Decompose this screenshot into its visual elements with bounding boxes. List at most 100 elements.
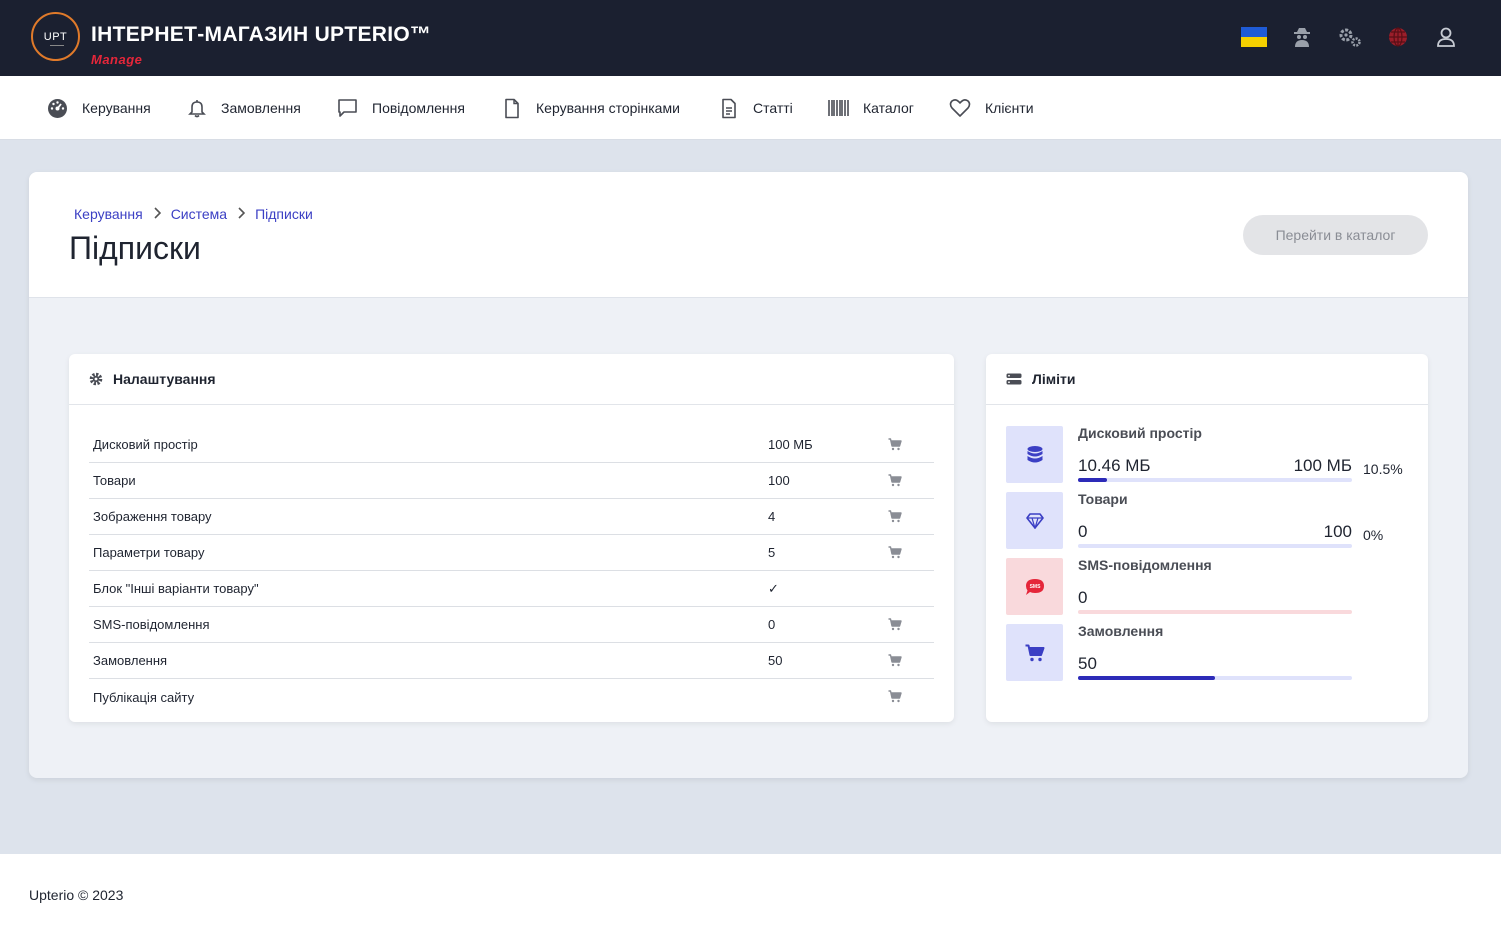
settings-row-value: 100 МБ (768, 437, 813, 452)
page-title: Підписки (69, 230, 201, 266)
limit-item: SMS SMS-повідомлення 0 (1006, 557, 1416, 616)
settings-row: Замовлення 50 (89, 643, 934, 679)
cart-icon[interactable] (888, 654, 902, 670)
settings-row: Дисковий простір 100 МБ (89, 427, 934, 463)
cart-icon[interactable] (888, 618, 902, 634)
heart-icon (949, 99, 971, 117)
card-header: Керування Система Підписки Підписки Пере… (29, 172, 1468, 298)
settings-row-label: Дисковий простір (93, 437, 198, 452)
gears-icon[interactable] (1337, 24, 1363, 50)
limit-used-value: 0 (1078, 522, 1088, 541)
settings-panel-header: Налаштування (69, 354, 954, 405)
nav-item-catalog[interactable]: Каталог (828, 76, 914, 140)
settings-title: Налаштування (113, 371, 216, 387)
nav-label: Повідомлення (372, 100, 465, 116)
nav-label: Керування сторінками (536, 100, 680, 116)
nav-item-pages[interactable]: Керування сторінками (502, 76, 680, 140)
gear-icon (89, 372, 103, 386)
limit-percent: 10.5% (1363, 461, 1403, 477)
settings-row-value: 0 (768, 617, 776, 632)
settings-row-value: 5 (768, 545, 776, 560)
limit-used-value: 0 (1078, 588, 1088, 607)
nav-item-clients[interactable]: Клієнти (949, 76, 1034, 140)
limit-label: Товари (1078, 491, 1128, 507)
bell-icon (188, 100, 206, 118)
limit-progress-bar (1078, 610, 1352, 614)
settings-row-label: Блок "Інші варіанти товару" (93, 581, 259, 596)
nav-label: Каталог (863, 100, 914, 116)
settings-row: Товари 100 (89, 463, 934, 499)
settings-row: Параметри товару 5 (89, 535, 934, 571)
settings-row-value: 100 (768, 473, 790, 488)
settings-row-label: Зображення товару (93, 509, 212, 524)
limits-panel: Ліміти Дисковий простір 10.46 МБ 100 МБ 10.… (986, 354, 1428, 722)
limit-label: Замовлення (1078, 623, 1164, 639)
chevron-right-icon (153, 206, 161, 222)
page-icon (505, 98, 519, 118)
cart-icon[interactable] (888, 546, 902, 562)
limit-progress-fill (1078, 478, 1107, 482)
settings-row: Зображення товару 4 (89, 499, 934, 535)
limit-progress-bar (1078, 478, 1352, 482)
settings-panel: Налаштування Дисковий простір 100 МБ Товар… (69, 354, 954, 722)
brand-subtitle: Manage (91, 52, 143, 67)
cart-icon (1006, 624, 1063, 681)
nav-label: Замовлення (221, 100, 301, 116)
article-icon (722, 98, 736, 118)
main-nav: Керування Замовлення Повідомлення Керува… (0, 76, 1501, 140)
nav-label: Клієнти (985, 100, 1034, 116)
limit-max-value: 100 (1323, 522, 1352, 541)
database-icon (1006, 426, 1063, 483)
header-actions (1241, 24, 1459, 50)
settings-row-label: Параметри товару (93, 545, 205, 560)
nav-item-dashboard[interactable]: Керування (47, 76, 151, 140)
spy-icon[interactable] (1289, 24, 1315, 50)
limit-progress-fill (1078, 676, 1215, 680)
copyright-text: Upterio © 2023 (29, 887, 124, 903)
top-bar: UPT ІНТЕРНЕТ-МАГАЗИН UPTERIO™ Manage (0, 0, 1501, 76)
logo[interactable]: UPT (31, 12, 80, 61)
svg-text:SMS: SMS (1029, 584, 1041, 590)
cart-icon[interactable] (888, 510, 902, 526)
limits-panel-header: Ліміти (986, 354, 1428, 405)
limit-label: Дисковий простір (1078, 425, 1202, 441)
ukraine-flag-icon[interactable] (1241, 24, 1267, 50)
logo-text: UPT (43, 30, 68, 43)
cart-icon[interactable] (888, 690, 902, 706)
settings-list: Дисковий простір 100 МБ Товари 100 Зображенн… (89, 427, 934, 715)
limit-label: SMS-повідомлення (1078, 557, 1212, 573)
sms-icon: SMS (1006, 558, 1063, 615)
checkmark-icon: ✓ (768, 580, 779, 596)
go-to-catalog-button[interactable]: Перейти в каталог (1243, 215, 1428, 255)
breadcrumb-item[interactable]: Керування (74, 206, 143, 222)
diamond-icon (1006, 492, 1063, 549)
limit-item: Товари 0 100 0% (1006, 491, 1416, 550)
nav-item-articles[interactable]: Статті (719, 76, 793, 140)
message-icon (338, 99, 357, 117)
settings-row-label: SMS-повідомлення (93, 617, 210, 632)
settings-row: Публікація сайту (89, 679, 934, 715)
server-icon (1006, 373, 1022, 385)
nav-label: Статті (753, 100, 793, 116)
barcode-icon (828, 100, 849, 116)
nav-item-messages[interactable]: Повідомлення (337, 76, 465, 140)
globe-icon[interactable] (1385, 24, 1411, 50)
nav-item-orders[interactable]: Замовлення (187, 76, 301, 140)
breadcrumb-item[interactable]: Система (171, 206, 227, 222)
settings-row-label: Товари (93, 473, 136, 488)
limit-max-value: 100 МБ (1293, 456, 1352, 475)
user-icon[interactable] (1433, 24, 1459, 50)
cart-icon[interactable] (888, 438, 902, 454)
limit-percent: 0% (1363, 527, 1384, 543)
dashboard-icon (48, 98, 67, 118)
cart-icon[interactable] (888, 474, 902, 490)
limits-title: Ліміти (1032, 371, 1076, 387)
footer: Upterio © 2023 (0, 854, 1501, 933)
settings-row: Блок "Інші варіанти товару" ✓ (89, 571, 934, 607)
breadcrumb: Керування Система Підписки (74, 206, 313, 222)
limit-progress-bar (1078, 676, 1352, 680)
settings-row-value: 4 (768, 509, 776, 524)
breadcrumb-item[interactable]: Підписки (255, 206, 313, 222)
settings-row-label: Публікація сайту (93, 689, 195, 705)
limit-used-value: 10.46 МБ (1078, 456, 1151, 475)
